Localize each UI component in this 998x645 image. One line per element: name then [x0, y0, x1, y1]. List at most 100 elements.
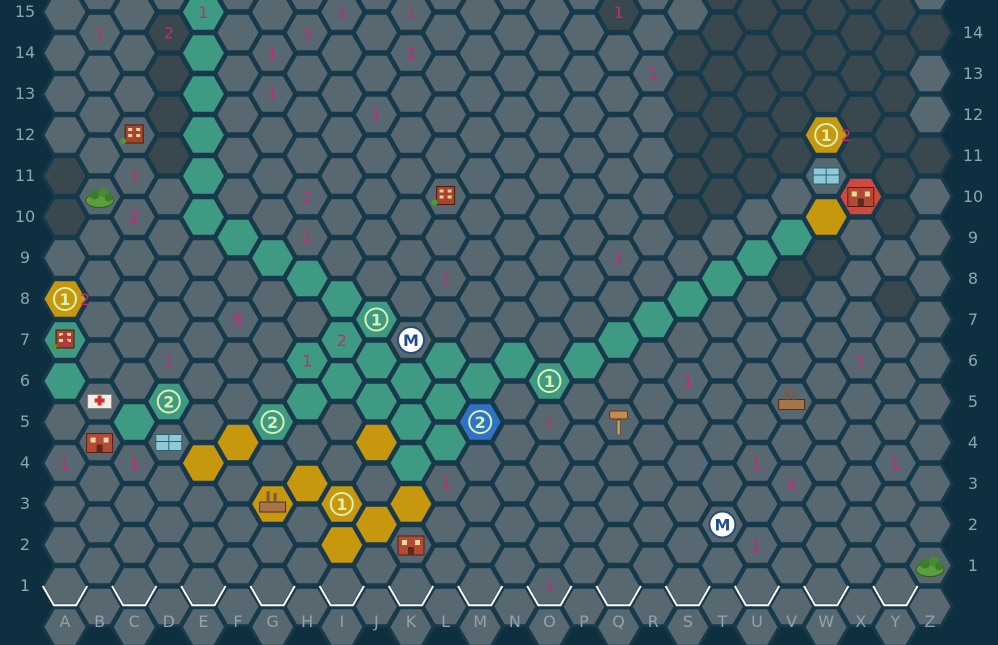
- hex-number: 1: [268, 44, 278, 63]
- hex-Z3[interactable]: [906, 462, 954, 505]
- hex-number: 2: [164, 24, 174, 43]
- hex-number: 2: [406, 44, 416, 63]
- column-label: A: [59, 612, 71, 631]
- column-label: P: [579, 612, 589, 631]
- hex-number: 1: [614, 3, 624, 22]
- hex-Z9[interactable]: [906, 216, 954, 259]
- tile-label: 1: [371, 311, 382, 330]
- tile-extra: 2: [80, 290, 90, 309]
- row-label-right: 11: [962, 145, 984, 165]
- tile-label: 1: [336, 495, 347, 514]
- hex-Z13[interactable]: [906, 52, 954, 95]
- row-label-right: 14: [962, 22, 984, 42]
- game-board: 1212112221MM1211311211111221116211111111…: [0, 0, 998, 645]
- hospital-icon[interactable]: [87, 394, 113, 409]
- apartment-icon[interactable]: [847, 187, 875, 207]
- column-label: M: [473, 612, 488, 631]
- hex-number: 1: [95, 24, 105, 43]
- office-icon[interactable]: [812, 167, 840, 185]
- column-label: E: [198, 612, 209, 631]
- hex-Z14[interactable]: [906, 11, 954, 54]
- row-label-left: 11: [14, 166, 36, 185]
- column-label: D: [162, 612, 175, 631]
- hex-number: 1: [164, 352, 174, 371]
- hex-number: 2: [337, 331, 347, 350]
- column-label: W: [818, 612, 835, 631]
- hex-number: 2: [302, 188, 312, 207]
- column-label: T: [717, 612, 728, 631]
- row-label-right: 9: [967, 227, 979, 247]
- column-label: O: [543, 612, 556, 631]
- row-label-left: 13: [14, 84, 36, 103]
- metro-icon[interactable]: M: [397, 326, 425, 354]
- hex-Z7[interactable]: [906, 298, 954, 341]
- office-icon[interactable]: [155, 434, 183, 451]
- hex-number: 1: [129, 167, 139, 186]
- row-label-right: 3: [967, 473, 979, 493]
- row-label-left: 8: [19, 289, 31, 308]
- row-label-left: 15: [14, 2, 36, 21]
- row-label-right: 5: [967, 391, 979, 411]
- apartment-icon[interactable]: [86, 433, 114, 453]
- hex-Z5[interactable]: [906, 380, 954, 423]
- row-label-left: 14: [14, 43, 36, 62]
- hex-map[interactable]: 1 21 21122 21MM1 21131 121111122111621 111111 1…: [0, 0, 998, 645]
- metro-icon[interactable]: M: [708, 510, 737, 539]
- column-label: Q: [612, 612, 625, 631]
- hex-number: 1: [371, 106, 381, 125]
- tile-label: 1: [59, 290, 70, 309]
- apartment-icon[interactable]: [397, 535, 425, 556]
- row-label-left: 12: [14, 125, 36, 144]
- hex-number: 1: [856, 352, 866, 371]
- column-label: K: [405, 612, 417, 631]
- column-label: H: [301, 612, 314, 631]
- column-label: C: [128, 612, 140, 631]
- row-label-right: 6: [967, 350, 979, 370]
- hex-Z4[interactable]: [906, 421, 954, 464]
- tile-label: 1: [544, 372, 555, 391]
- tile-label: 2: [475, 413, 486, 432]
- hex-Z10[interactable]: [906, 175, 954, 218]
- row-label-left: 3: [19, 494, 31, 513]
- row-label-right: 10: [962, 186, 984, 206]
- tile-label: 2: [163, 393, 174, 412]
- column-label: V: [786, 612, 798, 631]
- hex-Z11[interactable]: [906, 134, 954, 177]
- hex-number: 1: [441, 475, 451, 494]
- row-label-left: 4: [19, 453, 31, 472]
- hex-number: 4: [787, 475, 797, 494]
- column-label: L: [441, 612, 451, 631]
- row-label-right: 4: [967, 432, 979, 452]
- hex-number: 1: [129, 454, 139, 473]
- metro-label: M: [714, 516, 730, 535]
- column-label: X: [855, 612, 867, 631]
- hex-number: 6: [233, 311, 243, 330]
- hex-Z8[interactable]: [906, 257, 954, 300]
- row-label-left: 5: [19, 412, 31, 431]
- hex-number: 1: [406, 3, 416, 22]
- metro-label: M: [403, 331, 419, 350]
- row-label-left: 9: [19, 248, 31, 267]
- tile-label: 1: [821, 126, 832, 145]
- hex-number: 1: [648, 65, 658, 84]
- column-label: G: [266, 612, 279, 631]
- hex-number: 3: [60, 331, 70, 350]
- column-label: Z: [924, 612, 936, 631]
- column-label: Y: [890, 612, 901, 631]
- hex-number: 3: [302, 24, 312, 43]
- hex-number: 1: [752, 536, 762, 555]
- tile-extra: 2: [841, 126, 851, 145]
- hex-Z6[interactable]: [906, 339, 954, 382]
- hex-Z2[interactable]: [906, 503, 954, 546]
- hex-number: 1: [441, 270, 451, 289]
- column-label: R: [647, 612, 659, 631]
- column-label: I: [339, 612, 345, 631]
- hex-number: 1: [614, 249, 624, 268]
- hex-Z12[interactable]: [906, 93, 954, 136]
- column-label: F: [233, 612, 243, 631]
- column-label: U: [751, 612, 763, 631]
- row-label-left: 1: [19, 576, 31, 595]
- hex-number: 1: [302, 229, 312, 248]
- hex-number: 1: [890, 454, 900, 473]
- hex-number: 1: [544, 577, 554, 596]
